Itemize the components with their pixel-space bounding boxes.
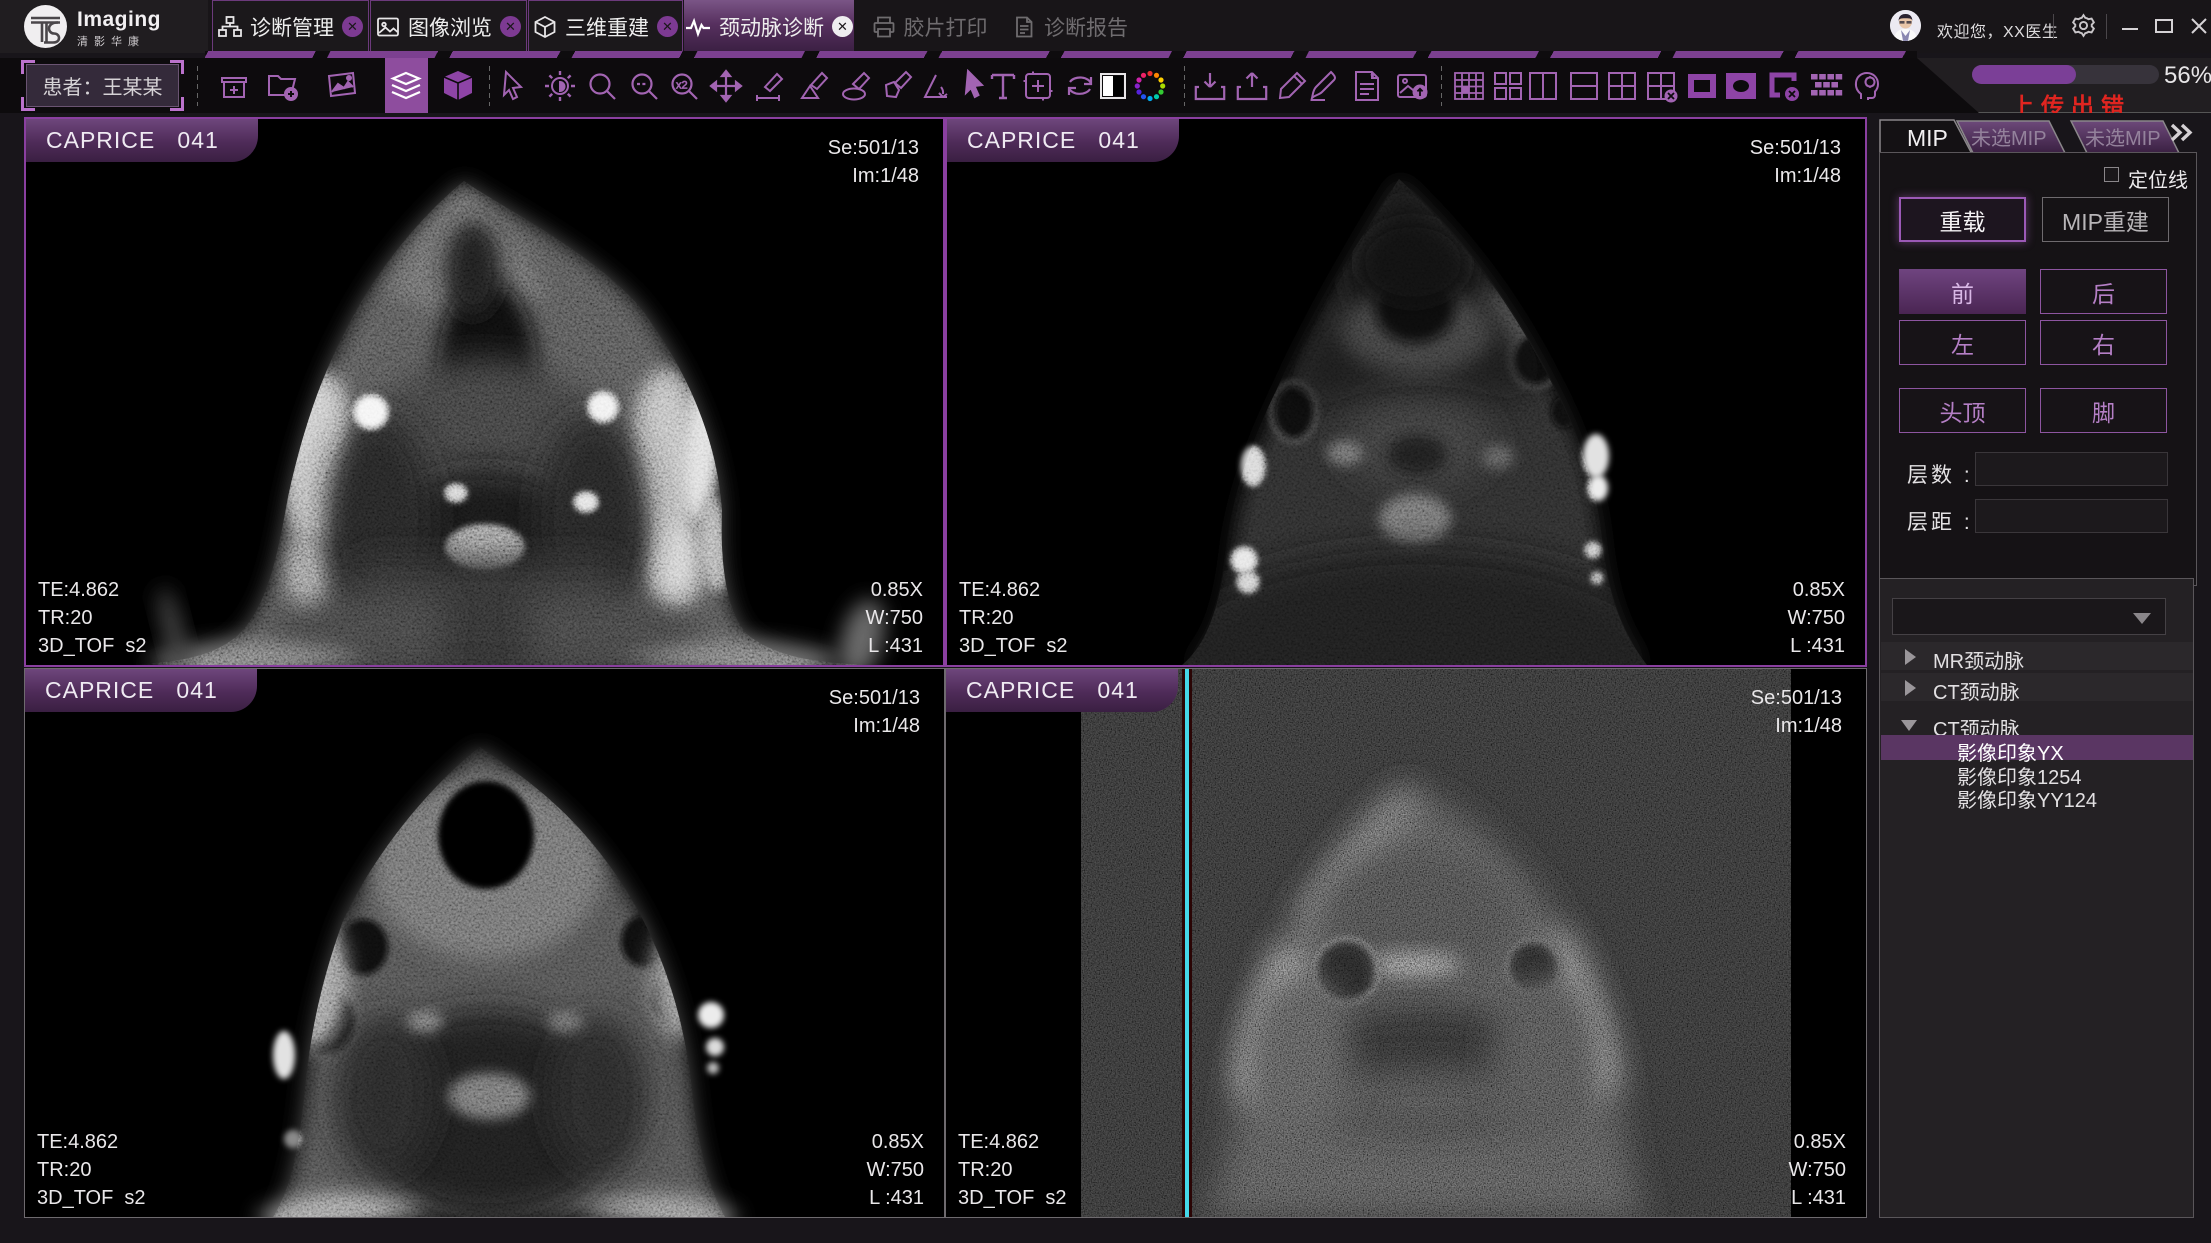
svg-text:未选MIP: 未选MIP (1971, 127, 2047, 150)
svg-text:x2: x2 (676, 80, 688, 92)
svg-text:MIP: MIP (1907, 125, 1948, 151)
svg-text:未选MIP: 未选MIP (2085, 127, 2161, 150)
